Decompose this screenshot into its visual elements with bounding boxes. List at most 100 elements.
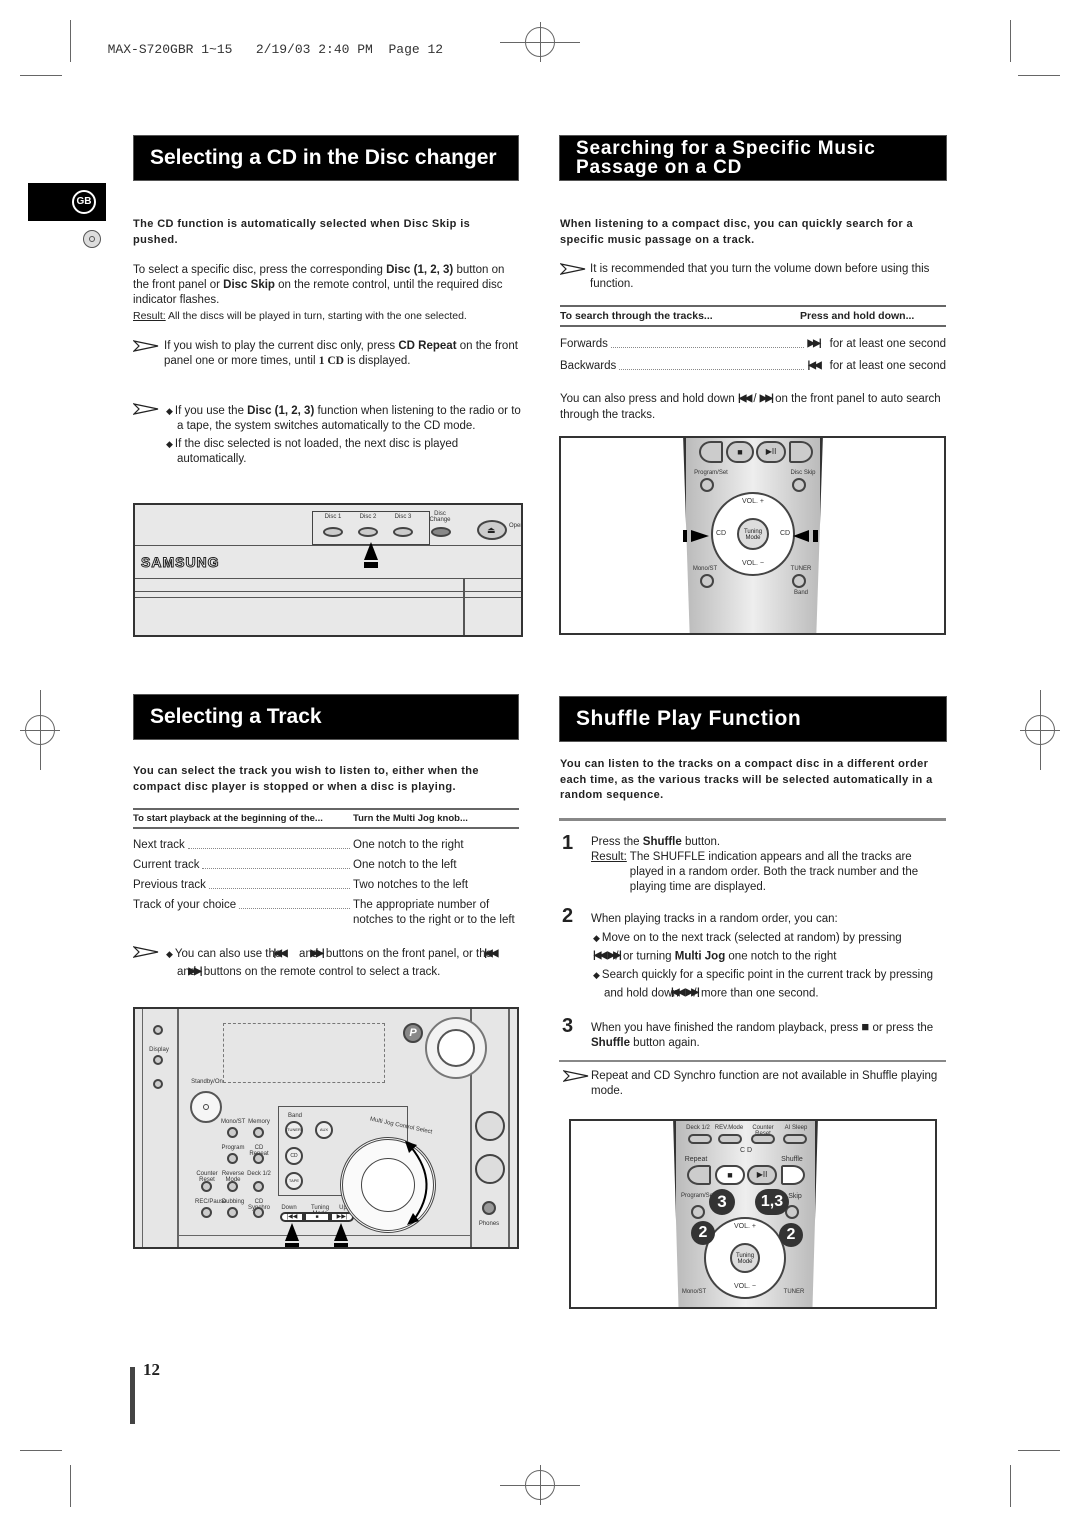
text: Press the bbox=[591, 836, 643, 848]
prev-track-icon: |◀◀ bbox=[286, 1214, 298, 1220]
phones-jack bbox=[482, 1201, 496, 1215]
standby-label: Standby/On bbox=[191, 1079, 223, 1085]
front-panel-disc-illustration: Disc 1 Disc 2 Disc 3 Disc Change ⏏ Open/… bbox=[133, 503, 523, 637]
reverse-mode-button[interactable] bbox=[227, 1181, 238, 1192]
note-arrow-icon bbox=[133, 946, 159, 958]
stop-icon: ■ bbox=[315, 1214, 319, 1220]
note-arrow-icon bbox=[563, 1070, 589, 1082]
mono-st-label: Mono/ST bbox=[681, 1289, 707, 1295]
leader-dots bbox=[619, 356, 805, 370]
p-logo: P bbox=[403, 1023, 423, 1043]
section-title-disc-changer: Selecting a CD in the Disc changer bbox=[133, 135, 519, 181]
disc2-label: Disc 2 bbox=[359, 514, 377, 520]
ai-sleep-button[interactable] bbox=[783, 1134, 807, 1144]
diamond-bullet-icon: ◆ bbox=[166, 406, 173, 416]
shuffle-button[interactable] bbox=[781, 1165, 805, 1185]
program-set-button[interactable] bbox=[691, 1205, 705, 1219]
deck12-button[interactable] bbox=[253, 1181, 264, 1192]
row-action: One notch to the right bbox=[353, 839, 464, 851]
down-button[interactable]: |◀◀ bbox=[280, 1212, 304, 1222]
prev-track-icon: |◀◀ bbox=[484, 948, 498, 959]
disc-changer-paragraph: To select a specific disc, press the cor… bbox=[133, 263, 523, 308]
cd-button[interactable]: CD bbox=[285, 1147, 303, 1165]
counter-reset-button[interactable] bbox=[201, 1181, 212, 1192]
crop-mark bbox=[20, 1450, 62, 1451]
disc1-button[interactable] bbox=[323, 527, 343, 537]
panel-small-button[interactable] bbox=[153, 1025, 163, 1035]
open-close-button[interactable]: ⏏ bbox=[477, 520, 507, 540]
program-set-label: Program/Set bbox=[681, 1193, 715, 1199]
remote-control-search-illustration: ■ ▶II Program/Set Disc Skip Tuning Mode … bbox=[559, 436, 946, 635]
tuner-label: TUNER bbox=[287, 1127, 301, 1132]
section-title-track: Selecting a Track bbox=[133, 694, 519, 740]
disc-skip-label: Disc Skip bbox=[790, 470, 816, 476]
step-number: 2 bbox=[562, 905, 574, 927]
play-pause-button[interactable]: ▶II bbox=[756, 441, 786, 463]
standby-button[interactable] bbox=[190, 1091, 222, 1123]
deck12-button[interactable] bbox=[688, 1134, 712, 1144]
tuner-button[interactable] bbox=[792, 574, 806, 588]
sound-mode-knob[interactable] bbox=[475, 1111, 505, 1141]
section-title-line: Passage on a CD bbox=[576, 157, 743, 178]
tuner-button[interactable]: TUNER bbox=[285, 1121, 303, 1139]
play-pause-icon: ▶II bbox=[756, 1170, 768, 1179]
page-number: 12 bbox=[143, 1360, 160, 1379]
bass-level-knob[interactable] bbox=[475, 1154, 505, 1184]
disc3-button[interactable] bbox=[393, 527, 413, 537]
prev-track-icon: |◀◀ bbox=[737, 393, 752, 404]
shuffle-button[interactable] bbox=[789, 441, 813, 463]
shuffle-intro: You can listen to the tracks on a compac… bbox=[560, 758, 933, 801]
stop-button[interactable]: ■ bbox=[715, 1165, 745, 1185]
aux-button[interactable]: AUX bbox=[315, 1121, 333, 1139]
step-number: 3 bbox=[562, 1015, 574, 1037]
disc2-button[interactable] bbox=[358, 527, 378, 537]
disc-skip-button[interactable] bbox=[792, 478, 806, 492]
memory-button[interactable] bbox=[253, 1127, 264, 1138]
repeat-button[interactable] bbox=[687, 1165, 711, 1185]
program-label: Program bbox=[221, 1145, 245, 1151]
rev-mode-button[interactable] bbox=[718, 1134, 742, 1144]
cd-synchro-button[interactable] bbox=[253, 1207, 264, 1218]
disc-change-button[interactable] bbox=[431, 527, 451, 537]
divider bbox=[559, 818, 946, 821]
search-note: It is recommended that you turn the volu… bbox=[590, 263, 930, 290]
play-pause-button[interactable]: ▶II bbox=[747, 1165, 777, 1185]
text: If the disc selected is not loaded, the … bbox=[174, 438, 459, 465]
tuning-mode-button[interactable]: Tuning Mode bbox=[737, 518, 769, 550]
display-button[interactable] bbox=[153, 1055, 163, 1065]
down-label: Down bbox=[281, 1205, 297, 1211]
bold-text: 1 CD bbox=[318, 355, 344, 367]
leader-dots bbox=[610, 334, 805, 348]
tuning-mode-button[interactable]: ■ bbox=[304, 1212, 330, 1222]
program-button[interactable] bbox=[227, 1153, 238, 1164]
pointer-arrow-icon bbox=[334, 1223, 348, 1247]
tuning-mode-button[interactable]: Tuning Mode bbox=[730, 1243, 760, 1273]
program-set-button[interactable] bbox=[700, 478, 714, 492]
track-table-col-1: To start playback at the beginning of th… bbox=[133, 813, 323, 824]
mono-st-button[interactable] bbox=[700, 574, 714, 588]
tape-button[interactable]: TAPE bbox=[285, 1172, 303, 1190]
repeat-button[interactable] bbox=[699, 441, 723, 463]
search-table-header: To search through the tracks... Press an… bbox=[560, 305, 946, 327]
text: When you have finished the random playba… bbox=[591, 1022, 862, 1034]
rec-pause-button[interactable] bbox=[201, 1207, 212, 1218]
bold-text: Disc (1, 2, 3) bbox=[386, 264, 454, 276]
tape-label: TAPE bbox=[288, 1178, 300, 1183]
bold-text: Disc (1, 2, 3) bbox=[247, 405, 315, 417]
pty-button[interactable] bbox=[153, 1079, 163, 1089]
search-intro: When listening to a compact disc, you ca… bbox=[560, 218, 914, 246]
registration-mark bbox=[1025, 715, 1055, 745]
text: button again. bbox=[629, 1037, 700, 1049]
track-table-header: To start playback at the beginning of th… bbox=[133, 808, 519, 829]
stop-button[interactable]: ■ bbox=[726, 441, 754, 463]
mono-st-button[interactable] bbox=[227, 1127, 238, 1138]
stop-icon: ■ bbox=[727, 1170, 733, 1180]
tuning-mode-label: Tuning Mode bbox=[735, 1253, 755, 1265]
vol-up-label: VOL. + bbox=[734, 1223, 756, 1230]
print-header-page: Page 12 bbox=[388, 42, 444, 57]
dubbing-button[interactable] bbox=[227, 1207, 238, 1218]
cd-repeat-button[interactable] bbox=[253, 1153, 264, 1164]
volume-knob[interactable] bbox=[425, 1017, 487, 1079]
counter-reset-button[interactable] bbox=[751, 1134, 775, 1144]
print-header-datetime: 2/19/03 2:40 PM bbox=[255, 42, 373, 57]
